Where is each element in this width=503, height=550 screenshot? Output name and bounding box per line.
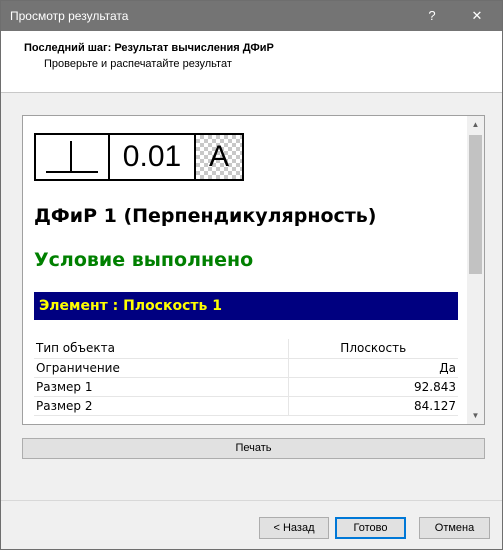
element-header: Элемент : Плоскость 1 — [34, 292, 458, 320]
property-value: Да — [288, 358, 458, 378]
scrollbar-thumb[interactable] — [469, 135, 482, 274]
step-title: Последний шаг: Результат вычисления ДФиР — [24, 42, 274, 54]
scroll-up-arrow-icon[interactable]: ▲ — [467, 116, 484, 133]
result-preview-window: Просмотр результата ? ✕ Последний шаг: Р… — [0, 0, 503, 550]
property-key: Размер 1 — [34, 377, 289, 397]
property-value: 84.127 — [288, 396, 458, 416]
report-view[interactable]: 0.01 A ДФиР 1 (Перпендикулярность) Услов… — [22, 115, 485, 425]
report-content: 0.01 A ДФиР 1 (Перпендикулярность) Услов… — [23, 116, 467, 424]
table-row: Ограничение Да — [34, 358, 458, 378]
property-value: 92.843 — [288, 377, 458, 397]
footer-divider — [1, 500, 502, 501]
perpendicularity-symbol-vertical — [70, 141, 72, 172]
datum-reference: A — [196, 135, 242, 179]
table-row: Тип объекта Плоскость — [34, 339, 458, 359]
close-button[interactable]: ✕ — [457, 1, 497, 31]
tolerance-value: 0.01 — [110, 135, 196, 179]
property-key: Тип объекта — [34, 339, 289, 359]
help-button[interactable]: ? — [412, 1, 452, 31]
title-bar: Просмотр результата ? ✕ — [1, 1, 502, 31]
print-button[interactable]: Печать — [22, 438, 485, 459]
feature-title: ДФиР 1 (Перпендикулярность) — [34, 205, 377, 227]
table-row: Размер 2 84.127 — [34, 396, 458, 416]
cancel-button[interactable]: Отмена — [419, 517, 490, 539]
scroll-down-arrow-icon[interactable]: ▼ — [467, 407, 484, 424]
back-button[interactable]: < Назад — [259, 517, 329, 539]
property-value: Плоскость — [288, 339, 458, 359]
table-row: Размер 1 92.843 — [34, 377, 458, 397]
done-button[interactable]: Готово — [335, 517, 406, 539]
property-key: Размер 2 — [34, 396, 289, 416]
properties-table: Тип объекта Плоскость Ограничение Да Раз… — [34, 339, 458, 416]
perpendicularity-symbol-base — [46, 171, 98, 173]
window-title: Просмотр результата — [10, 9, 129, 23]
perpendicularity-icon — [36, 135, 110, 179]
condition-status: Условие выполнено — [34, 249, 254, 271]
property-key: Ограничение — [34, 358, 289, 378]
step-subtitle: Проверьте и распечатайте результат — [44, 58, 232, 70]
feature-control-frame: 0.01 A — [34, 133, 244, 181]
wizard-header: Последний шаг: Результат вычисления ДФиР… — [1, 31, 502, 93]
vertical-scrollbar[interactable]: ▲ ▼ — [467, 116, 484, 424]
